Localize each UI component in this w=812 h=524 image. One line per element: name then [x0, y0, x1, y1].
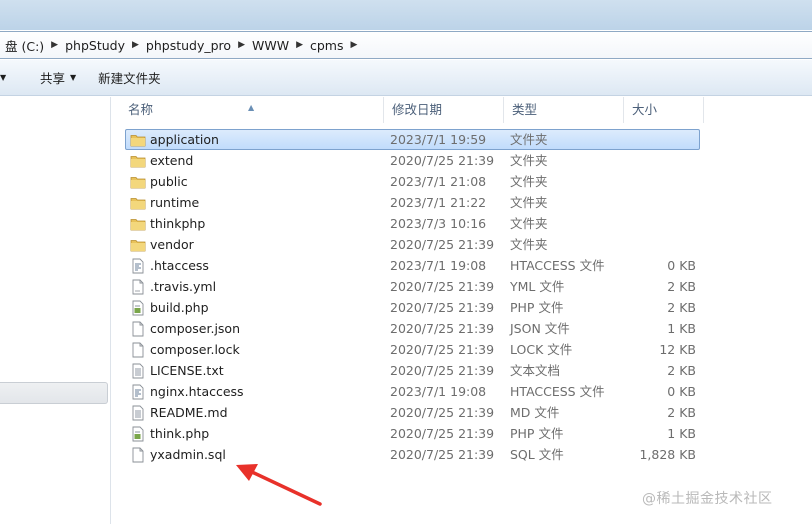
watermark: @稀土掘金技术社区: [642, 491, 773, 507]
annotation-arrow: [236, 464, 322, 506]
arrow-shaft: [250, 470, 322, 506]
